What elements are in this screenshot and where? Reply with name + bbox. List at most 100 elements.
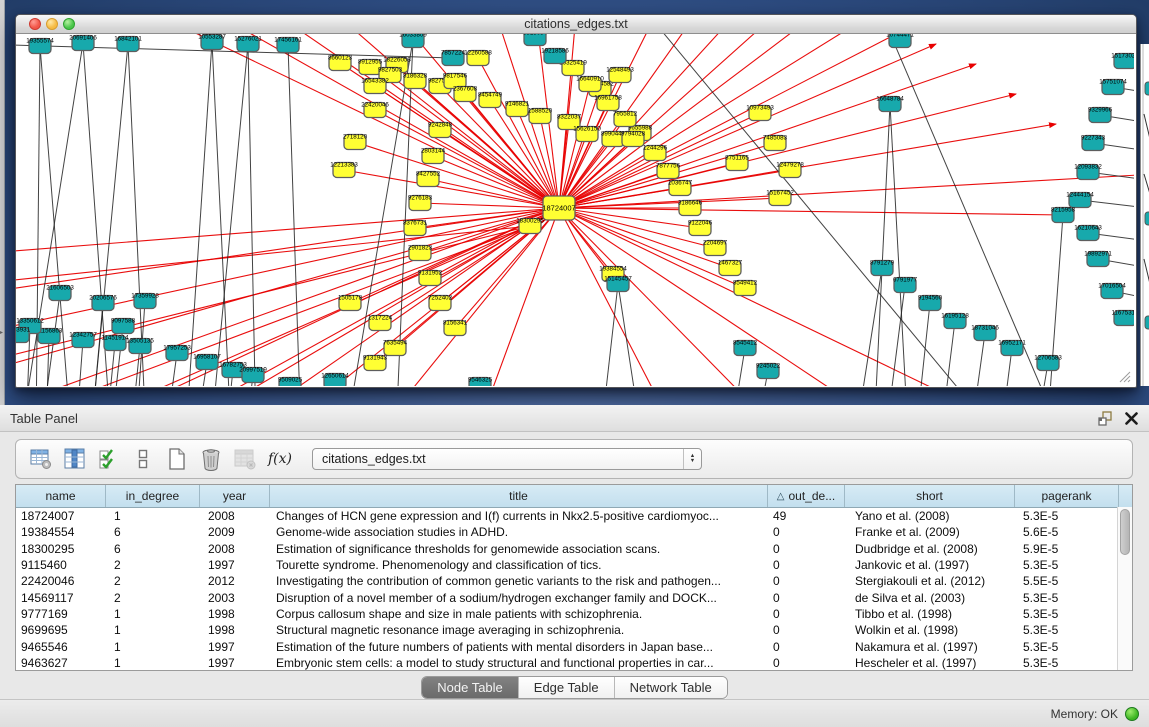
network-node[interactable]: 12479278 bbox=[776, 162, 804, 178]
table-scrollbar-thumb[interactable] bbox=[1120, 509, 1130, 555]
network-node[interactable]: 2901823 bbox=[408, 245, 433, 261]
network-node[interactable]: 20206576 bbox=[89, 295, 117, 311]
network-node[interactable]: 15173024 bbox=[1111, 53, 1134, 69]
network-node[interactable]: 9242848 bbox=[428, 122, 453, 138]
network-node[interactable]: 12706583 bbox=[1034, 355, 1062, 371]
network-node[interactable]: 21606503 bbox=[46, 285, 74, 301]
table-mode-icon[interactable] bbox=[28, 446, 54, 472]
network-node[interactable]: 8660123 bbox=[328, 55, 353, 71]
memory-ok-indicator[interactable] bbox=[1125, 707, 1139, 721]
network-node[interactable]: 12342757 bbox=[69, 332, 97, 348]
network-node[interactable]: 19355574 bbox=[26, 38, 54, 54]
network-node[interactable]: 16958107 bbox=[193, 354, 221, 370]
network-node[interactable]: 1317224 bbox=[368, 315, 393, 331]
network-node[interactable]: 16210643 bbox=[1074, 225, 1102, 241]
column-header-year[interactable]: year bbox=[200, 485, 270, 507]
network-node[interactable]: 8427552 bbox=[416, 171, 441, 187]
delete-table-icon[interactable] bbox=[232, 446, 258, 472]
network-node[interactable]: 1588520 bbox=[528, 108, 553, 124]
resize-grip-icon[interactable] bbox=[1120, 372, 1130, 382]
table-row[interactable]: 2242004622012Investigating the contribut… bbox=[16, 573, 1132, 589]
network-node[interactable]: 9131952 bbox=[418, 270, 443, 286]
network-node[interactable]: 8186328 bbox=[403, 73, 428, 89]
row-height-icon[interactable] bbox=[130, 446, 156, 472]
network-node[interactable]: 8751165 bbox=[725, 155, 749, 171]
network-node[interactable]: 17957253 bbox=[163, 345, 191, 361]
network-node[interactable]: 17359928 bbox=[131, 293, 159, 309]
network-node-hub[interactable]: 18724007 bbox=[542, 196, 575, 220]
network-node[interactable]: 16842101 bbox=[114, 36, 142, 52]
network-node[interactable]: 19218586 bbox=[541, 48, 569, 64]
network-node[interactable]: 9276183 bbox=[408, 195, 433, 211]
network-node[interactable]: 7485083 bbox=[763, 135, 788, 151]
network-node[interactable]: 13505135 bbox=[126, 338, 154, 354]
network-node[interactable]: 1036747 bbox=[668, 180, 693, 196]
column-header-pagerank[interactable]: pagerank bbox=[1015, 485, 1119, 507]
table-row[interactable]: 911546021997Tourette syndrome. Phenomeno… bbox=[16, 557, 1132, 573]
network-node[interactable]: 18300295 bbox=[516, 218, 544, 234]
tab-edge-table[interactable]: Edge Table bbox=[518, 677, 614, 698]
table-row[interactable]: 1872400712008Changes of HCN gene express… bbox=[16, 508, 1132, 524]
table-row[interactable]: 946362711997Embryonic stem cells: a mode… bbox=[16, 655, 1132, 671]
network-node[interactable]: 6791977 bbox=[893, 277, 918, 293]
network-node[interactable]: 12444154 bbox=[1066, 192, 1094, 208]
network-node[interactable]: 16195128 bbox=[941, 313, 969, 329]
network-node[interactable]: 1244296 bbox=[643, 145, 668, 161]
network-node[interactable]: 8545412 bbox=[733, 340, 758, 356]
network-node[interactable]: 8376731 bbox=[403, 220, 428, 236]
function-builder-icon[interactable]: f(x) bbox=[268, 451, 292, 467]
network-node[interactable]: 12093832 bbox=[1074, 164, 1102, 180]
network-node[interactable]: 12213383 bbox=[330, 162, 358, 178]
network-node[interactable]: 9546325 bbox=[468, 377, 493, 387]
table-row[interactable]: 969969511998Structural magnetic resonanc… bbox=[16, 622, 1132, 638]
column-header-out-de-[interactable]: △out_de... bbox=[768, 485, 845, 507]
table-selector-dropdown[interactable]: citations_edges.txt ▲▼ bbox=[312, 448, 702, 470]
network-node[interactable]: 8791279 bbox=[870, 260, 895, 276]
network-node[interactable]: 15145457 bbox=[604, 276, 632, 292]
network-node[interactable]: 19892971 bbox=[1084, 251, 1112, 267]
network-node[interactable]: 9131943 bbox=[363, 355, 388, 371]
table-row[interactable]: 1938455462009Genome-wide association stu… bbox=[16, 524, 1132, 540]
network-node[interactable]: 2204697 bbox=[703, 240, 728, 256]
table-row[interactable]: 1830029562008Estimation of significance … bbox=[16, 541, 1132, 557]
network-node[interactable]: 15276021 bbox=[234, 36, 262, 52]
network-window[interactable]: citations_edges.txt 1872400718300295 8660… bbox=[15, 14, 1137, 388]
table-row[interactable]: 946554611997Estimation of the future num… bbox=[16, 638, 1132, 654]
network-node[interactable]: 1467327 bbox=[718, 260, 743, 276]
network-node[interactable]: 2803144 bbox=[421, 148, 446, 164]
network-node[interactable]: 17016504 bbox=[1098, 283, 1126, 299]
table-row[interactable]: 1456911722003Disruption of a novel membe… bbox=[16, 589, 1132, 605]
network-node[interactable]: 7635494 bbox=[383, 340, 408, 356]
network-node[interactable]: 12548493 bbox=[606, 67, 634, 83]
network-node[interactable]: 2367608 bbox=[453, 86, 478, 102]
network-node[interactable]: 17456161 bbox=[274, 37, 302, 53]
network-node[interactable]: 9329966 bbox=[1088, 107, 1113, 123]
network-node[interactable]: 8454749 bbox=[478, 92, 503, 108]
network-node[interactable]: 9097588 bbox=[111, 318, 136, 334]
network-node[interactable]: 11675316 bbox=[1111, 310, 1134, 326]
network-node[interactable]: 11451914 bbox=[101, 335, 129, 351]
network-window-titlebar[interactable]: citations_edges.txt bbox=[16, 15, 1136, 34]
network-node[interactable]: 1505178 bbox=[338, 295, 363, 311]
network-node[interactable]: 16648784 bbox=[876, 96, 904, 112]
network-node[interactable]: 15751074 bbox=[1099, 79, 1127, 95]
network-node[interactable]: 10744471 bbox=[886, 34, 914, 48]
network-node[interactable]: 2718120 bbox=[343, 134, 368, 150]
tab-network-table[interactable]: Network Table bbox=[614, 677, 727, 698]
network-node[interactable]: 9794028 bbox=[621, 131, 646, 147]
network-node[interactable]: 9146821 bbox=[505, 101, 530, 117]
column-selection-icon[interactable] bbox=[96, 446, 122, 472]
table-row[interactable]: 977716911998Corpus callosum shape and si… bbox=[16, 606, 1132, 622]
network-node[interactable]: 7252402 bbox=[428, 295, 453, 311]
network-node[interactable]: 8813054 bbox=[523, 34, 548, 46]
network-node[interactable]: 22420046 bbox=[361, 102, 389, 118]
column-header-title[interactable]: title bbox=[270, 485, 768, 507]
network-canvas[interactable]: 1872400718300295866012389129551822605898… bbox=[16, 34, 1134, 386]
network-node[interactable]: 15167452 bbox=[766, 190, 794, 206]
network-node[interactable]: 3186646 bbox=[678, 200, 703, 216]
float-panel-icon[interactable] bbox=[1097, 410, 1113, 426]
panel-collapse-arrow-icon[interactable]: ▸ bbox=[0, 330, 3, 336]
network-node[interactable]: 7877756 bbox=[656, 163, 681, 179]
network-node[interactable]: 10973493 bbox=[746, 105, 774, 121]
column-header-name[interactable]: name bbox=[16, 485, 106, 507]
